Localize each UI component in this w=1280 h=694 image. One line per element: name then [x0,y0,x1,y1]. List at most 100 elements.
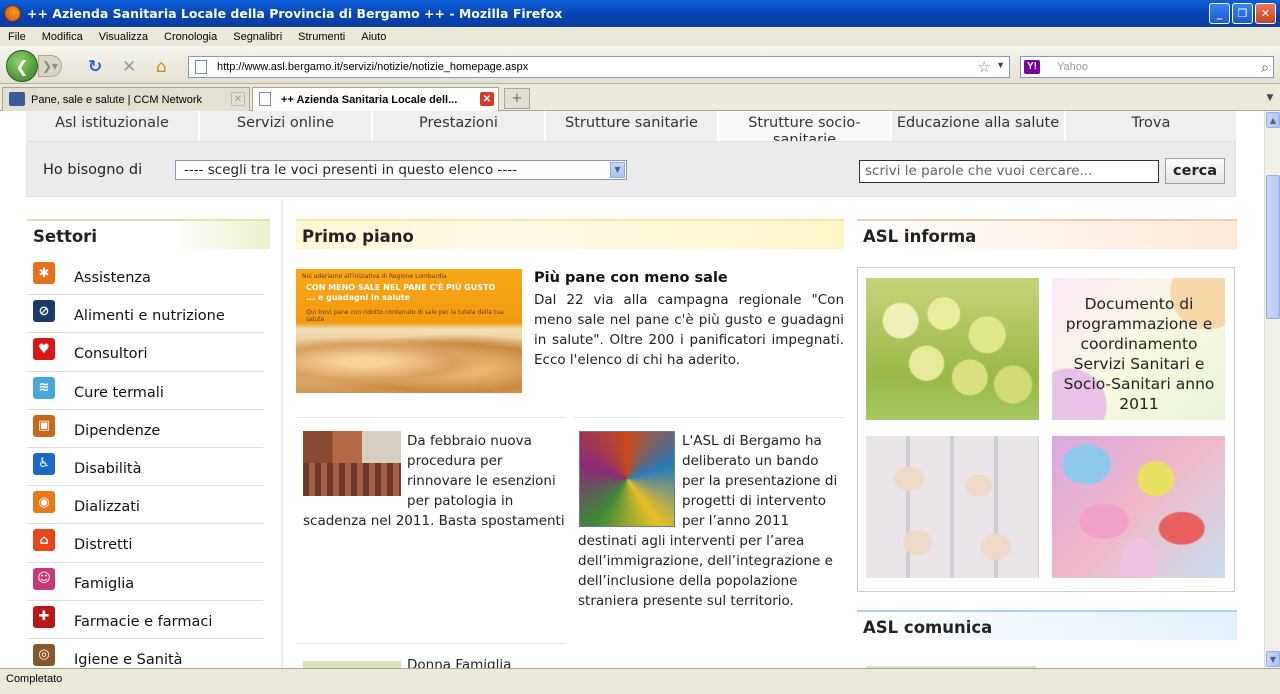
settore-item[interactable]: ☺ Famiglia [27,563,263,601]
settore-item[interactable]: ✱ Assistenza [27,257,263,296]
stop-icon[interactable]: ✕ [122,57,136,77]
settore-item[interactable]: ◎ Igiene e Sanità [27,639,263,668]
settore-icon: ✚ [33,605,55,628]
scroll-up-icon[interactable]: ▲ [1266,112,1280,128]
close-tab-icon[interactable]: ✕ [231,92,245,106]
scrollbar-thumb[interactable] [1266,175,1280,319]
nav-educazione-alla-salute[interactable]: Educazione alla salute [892,111,1066,141]
new-tab-button[interactable]: + [504,88,530,109]
page-icon [195,60,207,74]
settore-icon: ▣ [33,414,55,437]
newborns-image[interactable] [866,436,1039,578]
tab-list-icon[interactable]: ▼ [1262,88,1278,108]
documento-programmazione-image[interactable]: Documento di programmazione e coordiname… [1052,278,1225,420]
menu-strumenti[interactable]: Strumenti [290,31,353,43]
search-box[interactable]: Y! Yahoo ⌕ [1020,56,1274,78]
settore-label: Assistenza [74,270,151,286]
vertical-scrollbar[interactable]: ▲ ▼ [1264,111,1280,668]
menu-modifica[interactable]: Modifica [34,31,91,43]
primo-piano-heading: Primo piano [296,219,844,249]
campaign-image-line: CON MENO SALE NEL PANE C'È PIÙ GUSTO ...… [306,283,496,302]
scroll-down-icon[interactable]: ▼ [1266,651,1280,667]
keyword-search-input[interactable]: scrivi le parole che vuoi cercare... [859,160,1159,183]
news-donna-famiglia[interactable]: Donna Famiglia [407,657,511,668]
menu-visualizza[interactable]: Visualizza [91,31,156,43]
news-esenzioni[interactable]: Da febbraio nuova procedura per rinnovar… [303,431,565,531]
url-text: http://www.asl.bergamo.it/servizi/notizi… [217,61,529,73]
settore-icon: ⊘ [33,300,55,323]
bookmark-star-icon[interactable]: ☆ [978,58,991,76]
tab-ccm-network[interactable]: Pane, sale e salute | CCM Network ✕ [2,87,250,111]
settore-label: Dializzati [74,499,140,516]
close-tab-icon[interactable]: ✕ [480,92,494,106]
donna-famiglia-image[interactable] [303,661,401,668]
minimize-button[interactable]: _ [1209,3,1230,24]
settore-label: Distretti [74,537,133,554]
pane-sale-campaign-image[interactable]: Noi aderiamo all'iniziativa di Regione L… [296,269,522,403]
page-favicon-icon [259,92,271,106]
page-viewport: Asl istituzionale Servizi online Prestaz… [0,111,1264,668]
settore-icon: ☺ [33,567,55,590]
nav-asl-istituzionale[interactable]: Asl istituzionale [26,111,200,141]
settore-icon: ✱ [33,262,55,284]
main-news-title[interactable]: Più pane con meno sale [534,270,728,286]
status-bar: Completato [0,668,1280,694]
needs-select-value: ---- scegli tra le voci presenti in ques… [184,162,518,178]
navigation-toolbar: ❮ ❯▾ ↻ ✕ ⌂ http://www.asl.bergamo.it/ser… [0,46,1280,84]
firefox-icon [4,5,21,22]
close-window-button[interactable]: ✕ [1255,3,1276,24]
campaign-image-line: Qui trovi pane con ridotto contenuto di … [306,309,504,323]
menu-bar: File Modifica Visualizza Cronologia Segn… [0,27,1280,46]
back-button[interactable]: ❮ [6,50,38,82]
settore-item[interactable]: ♿ Disabilità [27,448,263,487]
url-dropdown-icon[interactable]: ▼ [996,60,1005,70]
settore-label: Igiene e Sanità [74,651,183,668]
pills-image[interactable] [1052,436,1225,578]
settore-item[interactable]: ≋ Cure termali [27,372,263,410]
divider [574,417,844,418]
reload-icon[interactable]: ↻ [88,57,102,77]
nav-servizi-online[interactable]: Servizi online [200,111,373,141]
yahoo-engine-icon[interactable]: Y! [1024,60,1040,74]
menu-aiuto[interactable]: Aiuto [353,31,394,43]
settore-item[interactable]: ◉ Dializzati [27,486,263,525]
ho-bisogno-label: Ho bisogno di [43,162,143,178]
column-divider [281,201,283,668]
bread-picture [296,331,522,393]
settore-icon: ◎ [33,643,55,666]
tab-label: Pane, sale e salute | CCM Network [31,93,202,106]
url-bar[interactable]: http://www.asl.bergamo.it/servizi/notizi… [188,56,1010,78]
home-icon[interactable]: ⌂ [156,57,167,77]
nav-prestazioni[interactable]: Prestazioni [373,111,546,141]
news-bando-immigrazione[interactable]: L'ASL di Bergamo ha deliberato un bando … [578,431,840,611]
settore-label: Consultori [74,346,148,363]
settore-item[interactable]: ♥ Consultori [27,333,263,372]
tab-label: ++ Azienda Sanitaria Locale dell... [281,93,458,106]
tab-bar: Pane, sale e salute | CCM Network ✕ ++ A… [0,84,1280,111]
search-icon[interactable]: ⌕ [1261,59,1269,76]
settore-item[interactable]: ⌂ Distretti [27,524,263,563]
settore-label: Famiglia [74,575,135,592]
chevron-down-icon[interactable]: ▼ [610,162,625,178]
maximize-button[interactable]: ❐ [1232,3,1253,24]
settore-label: Dipendenze [74,422,161,439]
settore-label: Alimenti e nutrizione [74,308,225,325]
menu-cronologia[interactable]: Cronologia [156,31,225,43]
nav-strutture-sanitarie[interactable]: Strutture sanitarie [546,111,719,141]
menu-file[interactable]: File [0,31,34,43]
settore-item[interactable]: ⊘ Alimenti e nutrizione [27,295,263,334]
grapes-image[interactable] [866,278,1039,420]
nav-trova[interactable]: Trova [1066,111,1236,141]
menu-segnalibri[interactable]: Segnalibri [225,31,290,43]
settore-item[interactable]: ▣ Dipendenze [27,410,263,448]
status-text: Completato [6,673,63,685]
documento-text: Documento di programmazione e coordiname… [1063,295,1215,413]
cerca-button[interactable]: cerca [1165,158,1225,184]
window-title-bar: ++ Azienda Sanitaria Locale della Provin… [0,0,1280,27]
tab-asl-bergamo[interactable]: ++ Azienda Sanitaria Locale dell... ✕ [252,87,499,111]
ccm-favicon-icon [9,92,25,106]
needs-select[interactable]: ---- scegli tra le voci presenti in ques… [175,160,627,180]
forward-button[interactable]: ❯▾ [38,55,62,77]
asl-informa-heading: ASL informa [857,219,1237,249]
settore-item[interactable]: ✚ Farmacie e farmaci [27,601,263,639]
